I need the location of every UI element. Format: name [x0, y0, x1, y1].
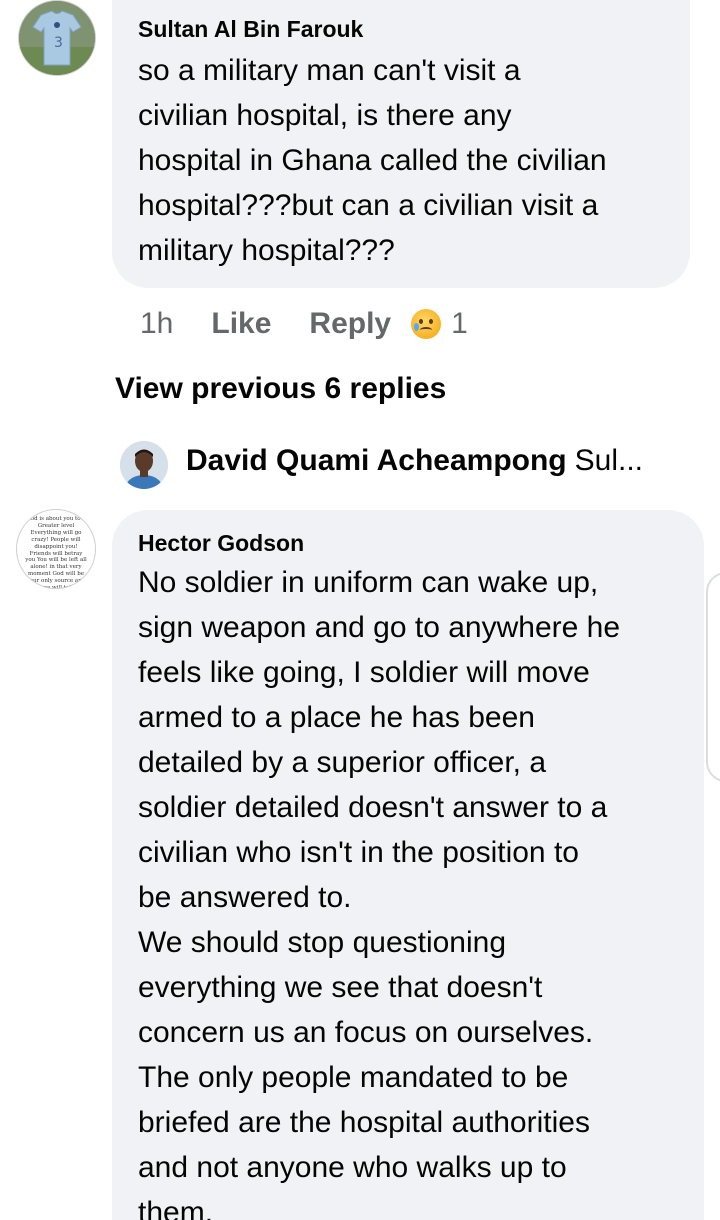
avatar[interactable]: God is about you to a Greater level Ever… — [16, 509, 96, 589]
like-button[interactable]: Like — [211, 307, 271, 341]
comment-actions: 1h Like Reply 1 — [140, 304, 468, 344]
sad-face-icon[interactable] — [411, 309, 442, 339]
comment-text: No soldier in uniform can wake up, sign … — [138, 566, 621, 1220]
reply-snippet: Sul... — [574, 444, 643, 477]
jersey-avatar-icon: 3 — [19, 1, 95, 75]
comments-screen: 3 Sultan Al Bin Farouk so a military man… — [0, 0, 720, 1220]
comment-bubble: Sultan Al Bin Farouk so a military man c… — [112, 0, 690, 288]
comment-author[interactable]: Hector Godson — [138, 530, 304, 557]
reaction-count[interactable]: 1 — [451, 307, 468, 341]
comment-author[interactable]: Sultan Al Bin Farouk — [138, 16, 363, 43]
person-avatar-icon — [120, 441, 168, 489]
comment-time[interactable]: 1h — [140, 307, 173, 341]
comment-bubble: Hector Godson No soldier in uniform can … — [112, 510, 704, 1220]
floating-edge-button[interactable] — [706, 572, 720, 782]
avatar[interactable]: 3 — [18, 0, 96, 76]
reply-button[interactable]: Reply — [309, 307, 391, 341]
svg-text:3: 3 — [54, 35, 63, 51]
avatar-quote-text: God is about you to a Greater level Ever… — [25, 516, 87, 589]
comment-text: so a military man can't visit a civilian… — [138, 54, 607, 267]
reply-author[interactable]: David Quami Acheampong — [186, 444, 567, 477]
reply-preview[interactable]: David Quami Acheampong Sul... — [186, 444, 686, 478]
view-previous-replies-link[interactable]: View previous 6 replies — [115, 372, 446, 406]
avatar[interactable] — [120, 441, 168, 489]
